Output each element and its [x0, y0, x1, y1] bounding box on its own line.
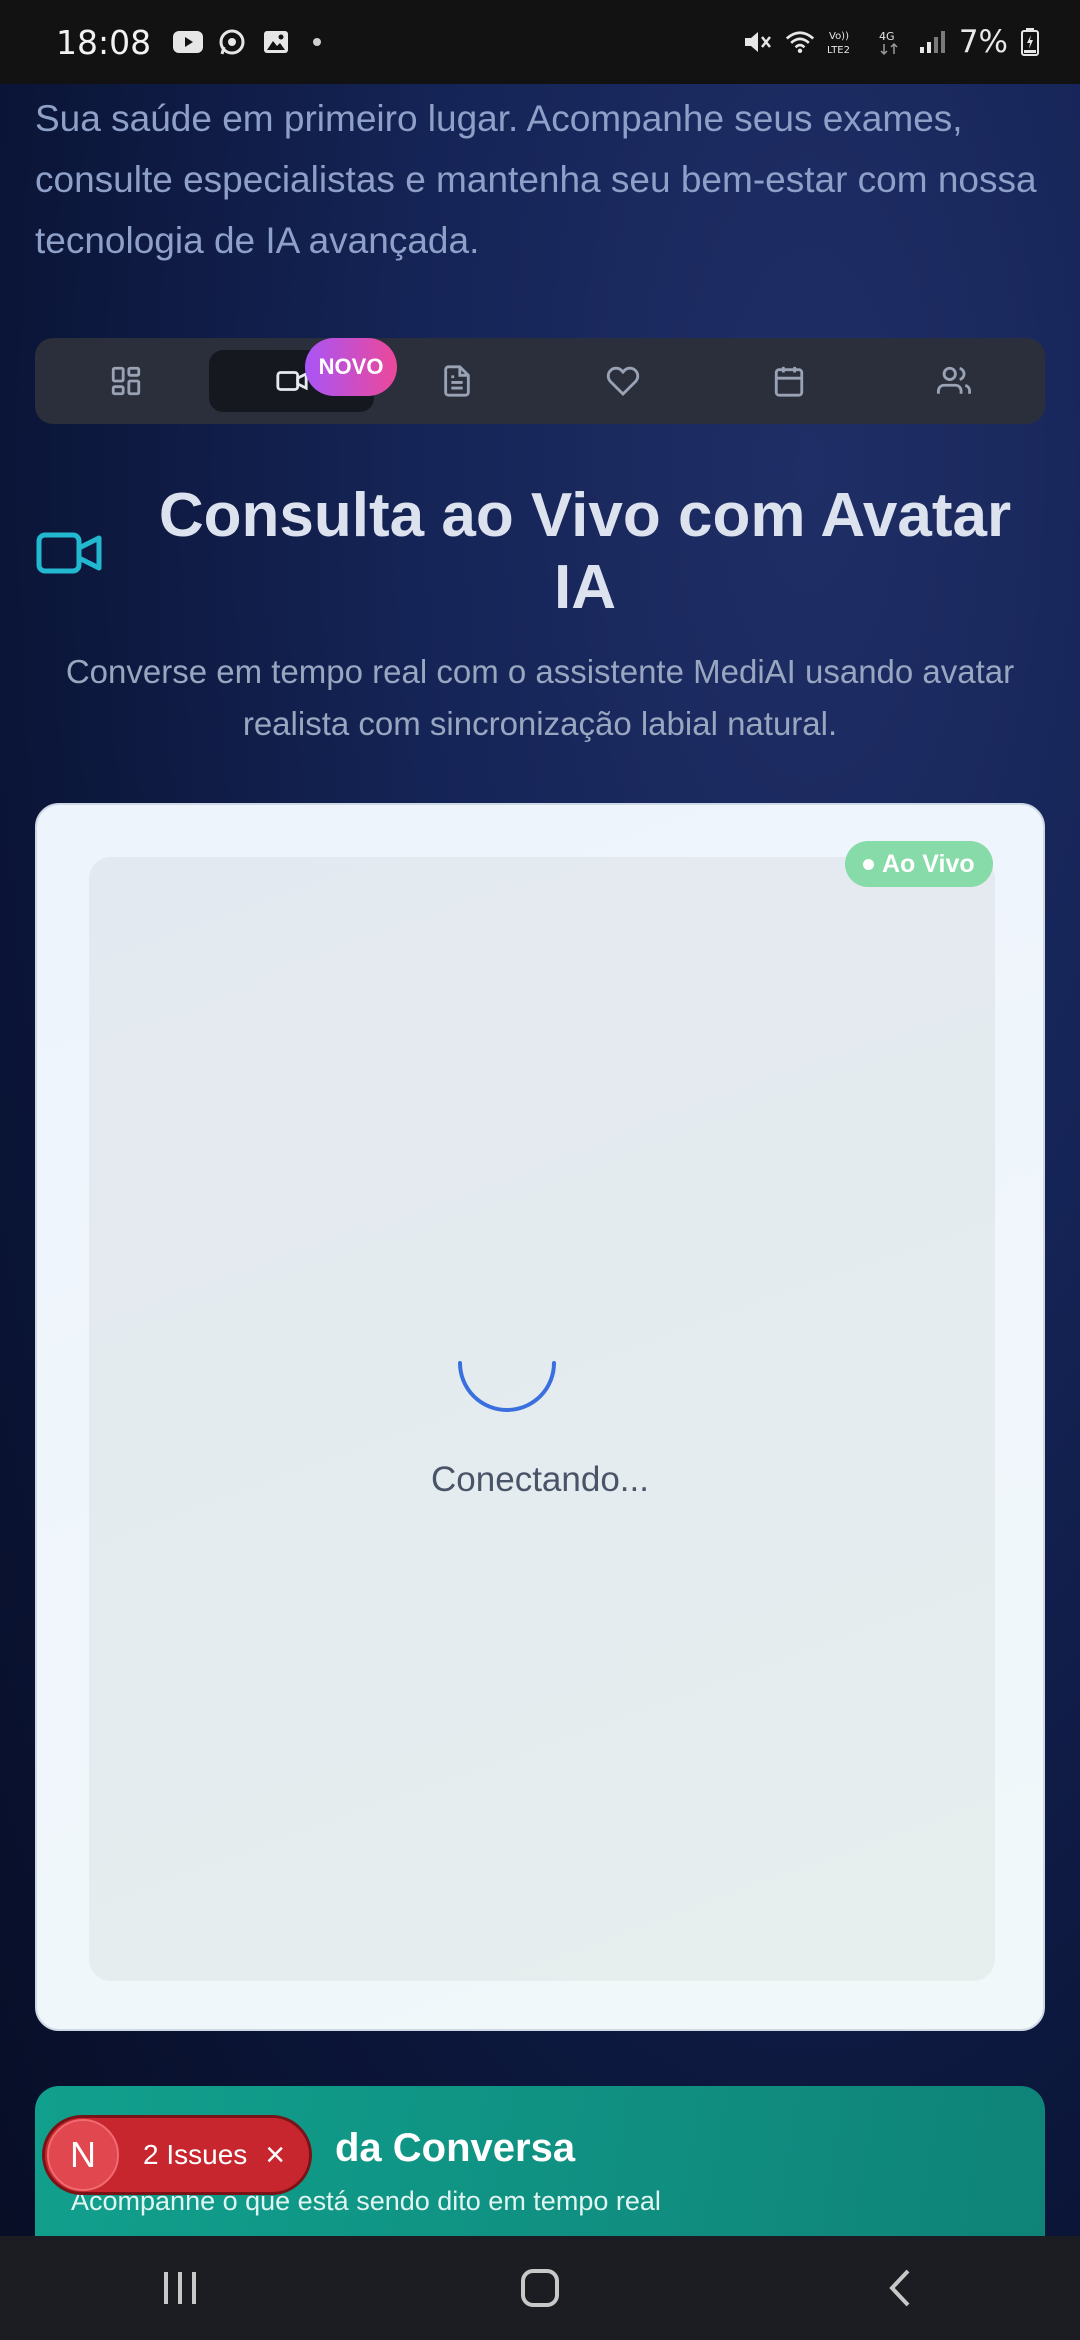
home-icon [521, 2269, 559, 2307]
back-button[interactable] [855, 2258, 945, 2318]
battery-percentage: 7% [958, 24, 1008, 60]
page-title: Consulta ao Vivo com Avatar IA [158, 481, 1012, 622]
heart-icon [606, 366, 640, 397]
issues-count[interactable]: 2 Issues [143, 2139, 247, 2171]
svg-text:4G: 4G [879, 30, 895, 43]
video-camera-icon [36, 532, 102, 574]
status-bar-left: 18:08 [56, 22, 322, 62]
volte-icon: Vo)) LTE2 [827, 29, 863, 56]
youtube-icon [173, 29, 204, 55]
whatsapp-icon [217, 29, 247, 55]
live-badge-label: Ao Vivo [882, 849, 975, 878]
battery-icon [1020, 28, 1040, 56]
svg-text:Vo)): Vo)) [829, 31, 849, 42]
network-4g-icon: 4G [875, 29, 905, 56]
status-time: 18:08 [56, 22, 152, 62]
tab-documents[interactable] [374, 350, 540, 412]
system-nav-bar [0, 2236, 1080, 2340]
live-dot-icon [863, 858, 874, 870]
home-button[interactable] [495, 2258, 585, 2318]
video-icon [275, 371, 308, 391]
back-icon [889, 2269, 910, 2307]
tab-specialists[interactable] [871, 350, 1037, 412]
connection-status: Conectando... [431, 1460, 649, 1499]
notification-dot-icon [313, 38, 322, 46]
tab-live-consultation[interactable]: NOVO [208, 338, 398, 412]
close-icon[interactable]: × [265, 2136, 285, 2175]
status-bar: 18:08 Vo)) LTE2 4G 7% [0, 0, 1080, 84]
mute-icon [743, 29, 773, 55]
users-icon [937, 366, 972, 394]
recent-apps-button[interactable] [135, 2258, 225, 2318]
dashboard-icon [111, 366, 140, 396]
page-subtitle: Converse em tempo real com o assistente … [65, 653, 1015, 742]
tab-dashboard[interactable] [43, 350, 209, 412]
svg-text:LTE2: LTE2 [827, 45, 850, 56]
dev-issues-pill[interactable]: N 2 Issues × [42, 2115, 312, 2195]
transcript-title: da Conversa [335, 2126, 576, 2170]
tab-health[interactable] [540, 350, 706, 412]
intro-text: Sua saúde em primeiro lugar. Acompanhe s… [35, 98, 1037, 261]
loading-spinner-icon [458, 1361, 556, 1412]
nextjs-logo-icon[interactable]: N [47, 2119, 119, 2191]
calendar-icon [774, 366, 803, 397]
tab-calendar[interactable] [706, 350, 872, 412]
status-bar-right: Vo)) LTE2 4G 7% [743, 24, 1040, 60]
live-status-badge: Ao Vivo [845, 841, 993, 887]
signal-icon [917, 29, 947, 55]
document-icon [444, 365, 470, 397]
wifi-icon [785, 29, 815, 55]
gallery-icon [261, 29, 291, 55]
feature-tab-bar: NOVO [35, 338, 1045, 424]
recent-apps-icon [164, 2272, 196, 2304]
